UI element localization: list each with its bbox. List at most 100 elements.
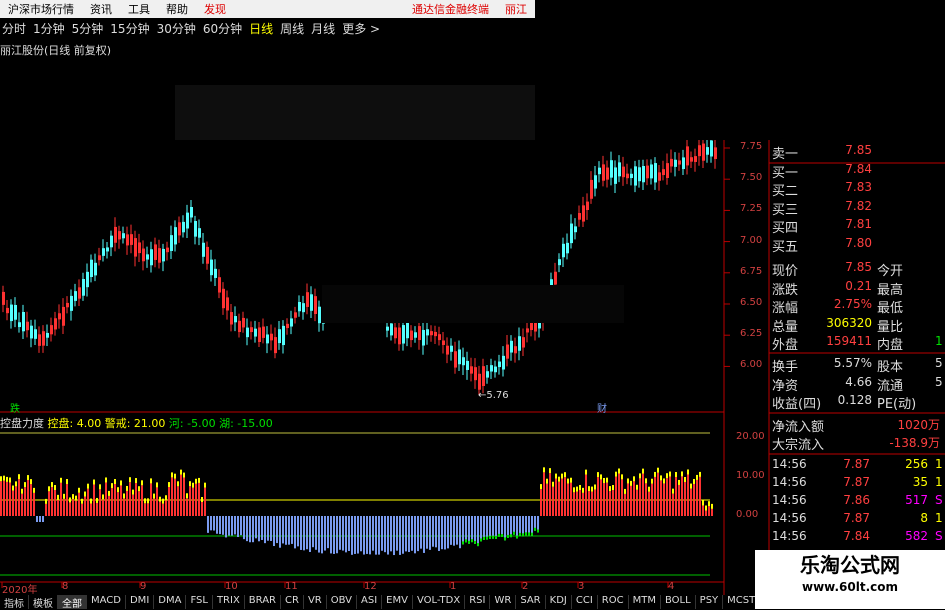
candle-body xyxy=(606,167,609,180)
candle-body xyxy=(438,334,441,341)
price-tick-label: 7.75 xyxy=(740,141,763,152)
indicator-bar-up xyxy=(0,481,2,516)
candle-body xyxy=(634,166,637,186)
indicator-bar-up xyxy=(603,483,605,516)
price-tick-label: 6.00 xyxy=(740,359,763,371)
indicator-bar-green xyxy=(528,532,530,536)
indicator-bar-green xyxy=(534,527,536,531)
indicator-bar-down xyxy=(333,516,335,554)
stat-extra: 1 xyxy=(935,334,943,348)
candle-body xyxy=(494,366,497,373)
indicator-tab-wr[interactable]: WR xyxy=(490,595,517,609)
indicator-tab-dma[interactable]: DMA xyxy=(154,595,187,609)
indicator-tab-obv[interactable]: OBV xyxy=(327,595,357,609)
indicator-bar-down xyxy=(243,516,245,540)
candle-body xyxy=(686,146,689,166)
indicator-bar-up xyxy=(57,499,59,516)
indicator-bar-down xyxy=(414,516,416,554)
indicator-tab-emv[interactable]: EMV xyxy=(382,595,413,609)
indicator-bar-up xyxy=(693,483,695,516)
indicator-bar-tip xyxy=(3,475,5,481)
indicator-bar-tip xyxy=(111,483,113,489)
indicator-tab-指标[interactable]: 指标 xyxy=(0,595,29,610)
indicator-bar-tip xyxy=(156,482,158,488)
candle-body xyxy=(690,157,693,162)
indicator-bar-down xyxy=(297,516,299,547)
indicator-tab-psy[interactable]: PSY xyxy=(696,595,724,609)
indicator-bar-up xyxy=(105,482,107,516)
candle-body xyxy=(710,140,713,157)
indicator-bar-up xyxy=(633,481,635,516)
indicator-bar-tip xyxy=(639,473,641,479)
indicator-bar-up xyxy=(153,498,155,516)
indicator-tab-cr[interactable]: CR xyxy=(281,595,304,609)
indicator-tab-vr[interactable]: VR xyxy=(304,595,327,609)
indicator-bar-down xyxy=(300,516,302,550)
indicator-tab-asi[interactable]: ASI xyxy=(357,595,383,609)
indicator-bar-up xyxy=(192,487,194,516)
indicator-tab-macd[interactable]: MACD xyxy=(87,595,126,609)
stat-label2: 内盘 xyxy=(877,338,904,353)
indicator-bar-down xyxy=(381,516,383,551)
indicator-tab-boll[interactable]: BOLL xyxy=(661,595,696,609)
indicator-tab-brar[interactable]: BRAR xyxy=(245,595,281,609)
indicator-tab-全部[interactable]: 全部 xyxy=(58,595,87,610)
indicator-bar-tip xyxy=(27,475,29,481)
candle-body xyxy=(150,249,153,266)
candle-body xyxy=(94,262,97,276)
candle-body xyxy=(218,277,221,293)
indicator-bar-tip xyxy=(651,478,653,484)
indicator-tab-fsl[interactable]: FSL xyxy=(186,595,213,609)
indicator-tab-vol-tdx[interactable]: VOL-TDX xyxy=(413,595,466,609)
indicator-bar-down xyxy=(309,516,311,552)
indicator-bar-up xyxy=(561,478,563,516)
indicator-bar-up xyxy=(648,491,650,516)
indicator-bar-tip xyxy=(30,479,32,485)
indicator-bar-tip xyxy=(24,482,26,488)
candle-body xyxy=(86,271,89,288)
indicator-bar-down xyxy=(303,516,305,551)
date-label: 10 xyxy=(225,581,238,592)
stat-value: 2.75% xyxy=(833,297,872,311)
indicator-bar-tip xyxy=(618,468,620,474)
indicator-bar-up xyxy=(66,484,68,516)
indicator-bar-tip xyxy=(552,481,554,487)
indicator-tab-roc[interactable]: ROC xyxy=(598,595,629,609)
indicator-tab-mtm[interactable]: MTM xyxy=(629,595,661,609)
indicator-tab-模板[interactable]: 模板 xyxy=(29,595,58,610)
candle-body xyxy=(274,337,277,354)
he-value: 河: -5.00 xyxy=(168,417,216,430)
candle-body xyxy=(430,331,433,336)
indicator-bar-green xyxy=(504,537,506,541)
candle-body xyxy=(590,179,593,199)
indicator-tab-dmi[interactable]: DMI xyxy=(126,595,155,609)
indicator-bar-tip xyxy=(705,505,707,511)
indicator-bar-up xyxy=(630,485,632,516)
indicator-bar-tip xyxy=(657,467,659,473)
candle-body xyxy=(670,158,673,167)
indicator-bar-down xyxy=(267,516,269,541)
indicator-tab-cci[interactable]: CCI xyxy=(572,595,598,609)
indicator-tab-kdj[interactable]: KDJ xyxy=(546,595,572,609)
indicator-bar-tip xyxy=(693,478,695,484)
indicator-bar-tip xyxy=(561,473,563,479)
indicator-tab-rsi[interactable]: RSI xyxy=(465,595,491,609)
candle-body xyxy=(238,320,241,333)
candle-body xyxy=(614,167,617,184)
indicator-bar-tip xyxy=(564,472,566,478)
date-label: 12 xyxy=(364,581,377,592)
indicator-bar-tip xyxy=(570,477,572,483)
indicator-bar-down xyxy=(480,516,482,542)
indicator-bar-down xyxy=(324,516,326,551)
flow-label: 净流入额 xyxy=(772,420,825,435)
indicator-bar-up xyxy=(600,479,602,516)
indicator-bar-up xyxy=(615,476,617,516)
indicator-bar-down xyxy=(213,516,215,531)
indicator-bar-down xyxy=(279,516,281,548)
indicator-tab-trix[interactable]: TRIX xyxy=(213,595,245,609)
indicator-bar-up xyxy=(21,493,23,516)
indicator-bar-down xyxy=(387,516,389,555)
kongpan-value: 控盘: 4.00 xyxy=(47,417,102,430)
indicator-tab-sar[interactable]: SAR xyxy=(516,595,546,609)
price-tick-label: 7.00 xyxy=(740,234,763,246)
